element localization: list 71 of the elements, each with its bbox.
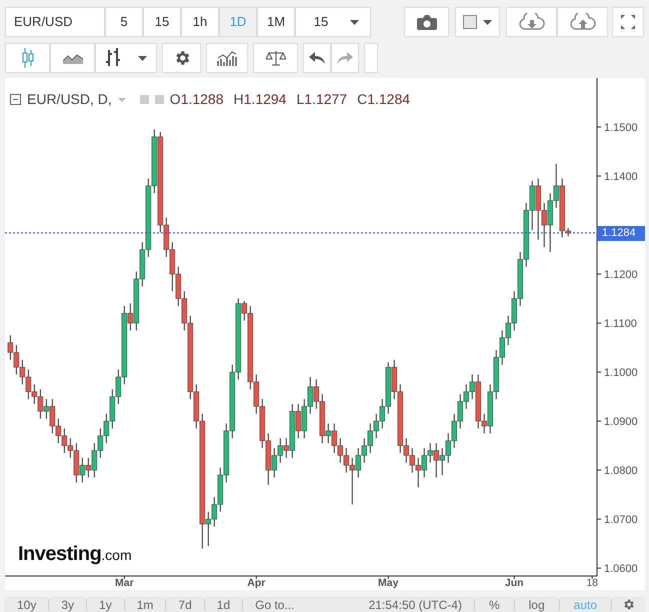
- time-axis-label: May: [378, 577, 398, 589]
- indicators-button[interactable]: [206, 43, 248, 73]
- time-axis-label: Apr: [247, 577, 266, 589]
- cloud-download-icon: [518, 13, 544, 31]
- current-price-tag: 1.1284: [597, 226, 645, 241]
- interval-tab[interactable]: 15: [143, 7, 181, 37]
- interval-tab[interactable]: 5: [105, 7, 143, 37]
- time-axis-label: Mar: [115, 577, 134, 589]
- redo-arrow-icon: [337, 52, 353, 64]
- candlestick-button[interactable]: [5, 43, 50, 73]
- range-button[interactable]: 10y: [5, 598, 50, 610]
- ohlc-bars-icon: [104, 48, 121, 68]
- area-chart-button[interactable]: [50, 43, 95, 73]
- indicators-icon: [217, 50, 237, 66]
- range-button[interactable]: 1d: [204, 598, 244, 610]
- price-axis-label: 1.0800: [604, 465, 638, 478]
- price-axis-label: 1.1400: [604, 171, 638, 184]
- undo-button[interactable]: [303, 43, 331, 73]
- scale-toggle[interactable]: %: [474, 598, 515, 610]
- scales-icon: [266, 50, 286, 66]
- settings-button[interactable]: [162, 43, 201, 73]
- legend-value: 1.1284: [367, 90, 410, 109]
- price-axis-label: 1.1200: [604, 269, 638, 282]
- area-chart-icon: [62, 52, 82, 64]
- legend-value: 1.1277: [304, 90, 348, 109]
- logo: Investing.com: [18, 542, 132, 567]
- symbol-field[interactable]: EUR/USD: [5, 7, 105, 37]
- range-button[interactable]: 1m: [124, 598, 166, 610]
- legend-value-label: C: [357, 90, 368, 109]
- fullscreen-button[interactable]: [612, 7, 644, 37]
- time-axis-label: Jun: [504, 577, 524, 589]
- compare-button[interactable]: [253, 43, 298, 73]
- cloud-upload-icon: [570, 13, 596, 31]
- legend-title: EUR/USD, D,: [27, 90, 112, 109]
- download-button[interactable]: [506, 7, 557, 37]
- price-axis-label: 1.0600: [604, 563, 638, 576]
- clock-text: 21:54:50 (UTC-4): [356, 598, 475, 610]
- camera-icon: [416, 14, 436, 30]
- upload-button[interactable]: [557, 7, 608, 37]
- color-picker-button[interactable]: [455, 7, 500, 37]
- price-axis-label: 1.0900: [604, 416, 638, 428]
- interval-dropdown[interactable]: 15: [295, 7, 371, 37]
- color-swatch-icon: [463, 15, 477, 29]
- range-button[interactable]: 3y: [49, 598, 88, 610]
- interval-tab[interactable]: 1h: [181, 7, 219, 37]
- range-button[interactable]: 7d: [166, 598, 205, 610]
- interval-tab[interactable]: 1M: [257, 7, 295, 37]
- price-axis-label: 1.1500: [604, 122, 638, 134]
- fullscreen-icon: [620, 14, 636, 30]
- range-button[interactable]: 1y: [87, 598, 125, 610]
- price-axis-label: 1.1100: [604, 318, 637, 330]
- legend-value: 1.1294: [244, 90, 286, 109]
- candlestick-icon: [22, 48, 34, 68]
- time-axis-label: 18: [586, 577, 598, 589]
- undo-arrow-icon: [309, 52, 325, 64]
- scale-toggle[interactable]: log: [514, 598, 560, 610]
- caret-icon: [483, 20, 492, 24]
- legend-value-label: O: [170, 90, 181, 109]
- collapse-icon[interactable]: [10, 94, 21, 105]
- caret-icon: [138, 56, 148, 60]
- legend-value-label: L: [296, 90, 304, 109]
- interval-tab[interactable]: 1D: [219, 7, 257, 37]
- price-axis-label: 1.0700: [604, 514, 638, 526]
- price-axis-label: 1.1000: [604, 367, 638, 380]
- camera-button[interactable]: [404, 7, 449, 37]
- bar-chart-type-button[interactable]: [95, 43, 157, 73]
- legend-value-label: H: [234, 90, 244, 109]
- caret-icon: [118, 98, 126, 102]
- goto-button[interactable]: Go to...: [243, 598, 306, 610]
- caret-icon: [350, 20, 359, 24]
- legend-value: 1.1288: [180, 90, 224, 109]
